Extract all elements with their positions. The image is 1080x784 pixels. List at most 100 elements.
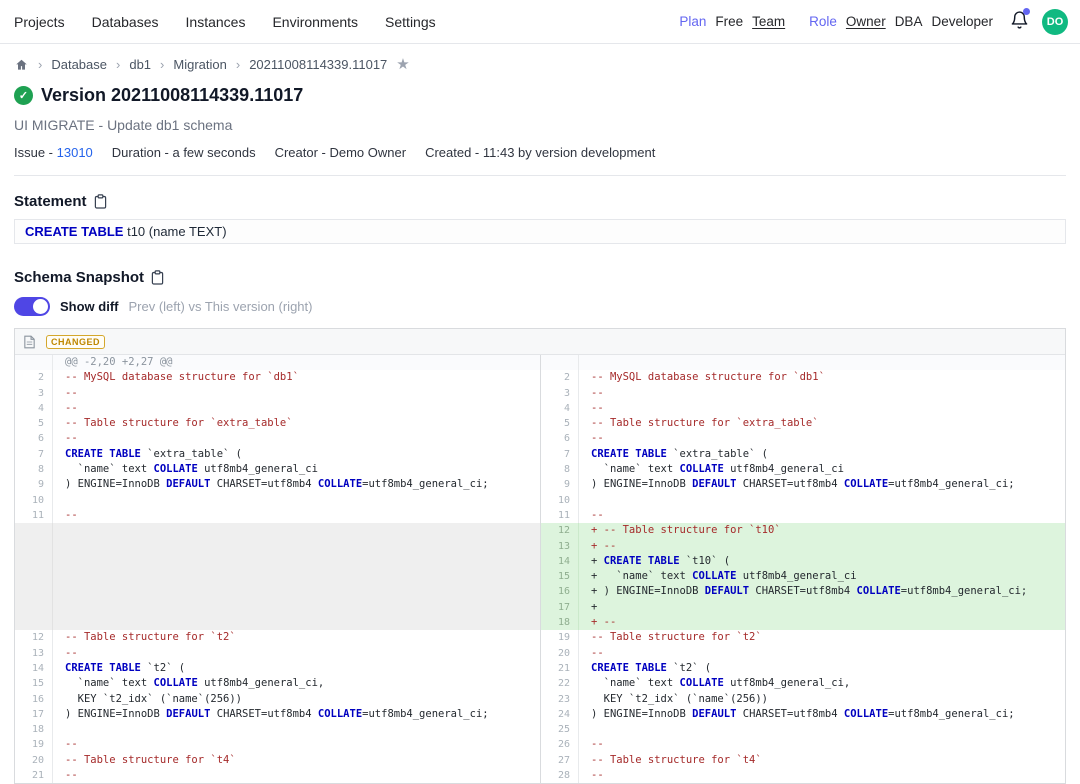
home-icon[interactable] (14, 58, 29, 72)
star-icon[interactable]: ★ (396, 57, 409, 72)
notification-dot (1023, 8, 1030, 15)
diff-row: 7CREATE TABLE `extra_table` ( (15, 447, 540, 462)
code-segment: utf8mb4_general_ci (198, 463, 318, 475)
code-line: + -- (579, 615, 1065, 630)
code-line (53, 493, 540, 508)
code-segment: `extra_table` ( (667, 448, 768, 460)
role-option-dba[interactable]: DBA (895, 14, 923, 29)
code-segment: -- (65, 402, 78, 414)
issue-link[interactable]: 13010 (57, 145, 93, 160)
code-line (53, 554, 540, 569)
role-option-developer[interactable]: Developer (931, 14, 993, 29)
line-number (15, 569, 53, 584)
line-number: 28 (541, 768, 579, 783)
line-number: 19 (15, 737, 53, 752)
code-line: `name` text COLLATE utf8mb4_general_ci, (53, 676, 540, 691)
code-segment: utf8mb4_general_ci, (198, 677, 324, 689)
statement-sql[interactable]: CREATE TABLE t10 (name TEXT) (14, 219, 1066, 244)
nav-item-environments[interactable]: Environments (272, 14, 358, 30)
nav-item-projects[interactable]: Projects (14, 14, 65, 30)
line-number: 18 (15, 722, 53, 737)
line-number: 13 (541, 539, 579, 554)
plan-option-free[interactable]: Free (715, 14, 743, 29)
role-option-owner[interactable]: Owner (846, 14, 886, 29)
code-line: CREATE TABLE `t2` ( (579, 661, 1065, 676)
code-segment: COLLATE (692, 570, 736, 582)
line-number: 13 (15, 646, 53, 661)
code-line: -- (579, 386, 1065, 401)
line-number: 16 (15, 692, 53, 707)
diff-row: 19-- (15, 737, 540, 752)
line-number: 9 (15, 477, 53, 492)
code-segment: + ) ENGINE=InnoDB (591, 585, 705, 597)
snapshot-section-head: Schema Snapshot (14, 269, 1066, 286)
line-number: 24 (541, 707, 579, 722)
code-line: ) ENGINE=InnoDB DEFAULT CHARSET=utf8mb4 … (53, 477, 540, 492)
statement-section-head: Statement (14, 193, 1066, 210)
code-segment: CHARSET=utf8mb4 (749, 585, 856, 597)
diff-body: @@ -2,20 +2,27 @@2-- MySQL database stru… (15, 355, 1065, 783)
nav-item-databases[interactable]: Databases (92, 14, 159, 30)
meta-item: Created - 11:43 by version development (425, 145, 655, 160)
plan-options: Free Team (715, 14, 785, 29)
code-line: -- (53, 401, 540, 416)
code-segment: `extra_table` ( (141, 448, 242, 460)
copy-snapshot-icon[interactable] (151, 270, 164, 285)
nav-item-settings[interactable]: Settings (385, 14, 436, 30)
code-segment: COLLATE (844, 478, 888, 490)
line-number: 18 (541, 615, 579, 630)
code-segment: ) ENGINE=InnoDB (65, 478, 166, 490)
code-line: CREATE TABLE `extra_table` ( (53, 447, 540, 462)
diff-row: 3-- (541, 386, 1065, 401)
code-segment: =utf8mb4_general_ci; (362, 708, 488, 720)
breadcrumb-item[interactable]: db1 (129, 57, 151, 72)
diff-row: 12+ -- Table structure for `t10` (541, 523, 1065, 538)
plan-option-team[interactable]: Team (752, 14, 785, 29)
line-number: 2 (15, 370, 53, 385)
diff-row: 12-- Table structure for `t2` (15, 630, 540, 645)
breadcrumb-item[interactable]: 20211008114339.11017 (249, 57, 387, 72)
meta-item: Duration - a few seconds (112, 145, 256, 160)
user-avatar[interactable]: DO (1042, 9, 1068, 35)
meta-item: Issue - 13010 (14, 145, 93, 160)
copy-statement-icon[interactable] (94, 194, 107, 209)
diff-pane-previous[interactable]: @@ -2,20 +2,27 @@2-- MySQL database stru… (15, 355, 540, 783)
meta-item: Creator - Demo Owner (275, 145, 406, 160)
diff-pane-current[interactable]: 2-- MySQL database structure for `db1`3-… (540, 355, 1065, 783)
line-number: 6 (15, 431, 53, 446)
line-number: 22 (541, 676, 579, 691)
line-number: 20 (541, 646, 579, 661)
code-line (579, 722, 1065, 737)
notification-bell-icon[interactable] (1010, 10, 1029, 33)
show-diff-label: Show diff (60, 299, 119, 314)
code-line (579, 355, 1065, 370)
line-number: 7 (15, 447, 53, 462)
code-line: ) ENGINE=InnoDB DEFAULT CHARSET=utf8mb4 … (579, 477, 1065, 492)
breadcrumb-separator: › (160, 57, 164, 72)
nav-item-instances[interactable]: Instances (186, 14, 246, 30)
diff-row: 2-- MySQL database structure for `db1` (15, 370, 540, 385)
diff-row (15, 600, 540, 615)
line-number: 6 (541, 431, 579, 446)
breadcrumb-item[interactable]: Migration (173, 57, 226, 72)
line-number: 12 (541, 523, 579, 538)
line-number (541, 355, 579, 370)
code-segment: -- (591, 647, 604, 659)
line-number: 12 (15, 630, 53, 645)
line-number: 21 (15, 768, 53, 783)
breadcrumb-item[interactable]: Database (51, 57, 107, 72)
show-diff-toggle[interactable] (14, 297, 50, 316)
code-line (53, 615, 540, 630)
diff-row: 20 -- (541, 646, 1065, 661)
diff-row: 6-- (541, 431, 1065, 446)
code-segment: -- (591, 402, 604, 414)
diff-row: 23 KEY `t2_idx` (`name`(256)) (541, 692, 1065, 707)
code-segment: COLLATE (680, 677, 724, 689)
code-segment: CHARSET=utf8mb4 (736, 478, 843, 490)
code-segment: -- (591, 509, 604, 521)
line-number: 4 (541, 401, 579, 416)
schema-diff-card: CHANGED @@ -2,20 +2,27 @@2-- MySQL datab… (14, 328, 1066, 784)
code-segment: -- (65, 769, 78, 781)
code-line: + ) ENGINE=InnoDB DEFAULT CHARSET=utf8mb… (579, 584, 1065, 599)
main-nav: Projects Databases Instances Environments Se… (14, 14, 436, 30)
